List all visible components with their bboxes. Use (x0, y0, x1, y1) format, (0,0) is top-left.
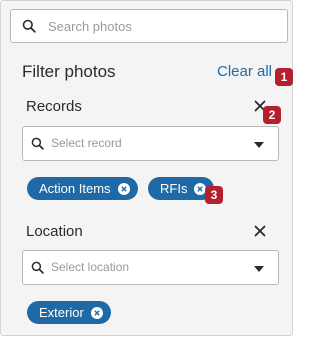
callout-badge-2: 2 (263, 106, 281, 124)
record-select[interactable]: Select record (22, 126, 279, 161)
search-placeholder: Search photos (48, 19, 132, 34)
location-select-placeholder: Select location (51, 260, 130, 274)
chip-label: Action Items (39, 181, 111, 196)
chevron-down-icon[interactable] (254, 266, 264, 272)
search-icon (31, 261, 44, 274)
chip-label: Exterior (39, 305, 84, 320)
callout-badge-3: 3 (205, 186, 223, 204)
chip-label: RFIs (160, 181, 188, 196)
remove-chip-icon[interactable] (90, 306, 103, 319)
section-title-location: Location (26, 223, 83, 240)
filter-title: Filter photos (22, 62, 116, 81)
clear-all-link[interactable]: Clear all (217, 63, 272, 81)
section-title-records: Records (26, 98, 82, 115)
filter-panel: Search photos Filter photos Clear all Re… (0, 0, 293, 336)
record-select-placeholder: Select record (51, 136, 122, 150)
search-icon (22, 19, 36, 33)
remove-chip-icon[interactable] (117, 182, 130, 195)
search-input[interactable]: Search photos (10, 9, 288, 43)
chip-action-items[interactable]: Action Items (27, 177, 138, 200)
location-select[interactable]: Select location (22, 250, 279, 285)
close-icon[interactable] (253, 224, 267, 238)
search-icon (31, 137, 44, 150)
chip-exterior[interactable]: Exterior (27, 301, 111, 324)
callout-badge-1: 1 (275, 68, 293, 86)
chevron-down-icon[interactable] (254, 142, 264, 148)
